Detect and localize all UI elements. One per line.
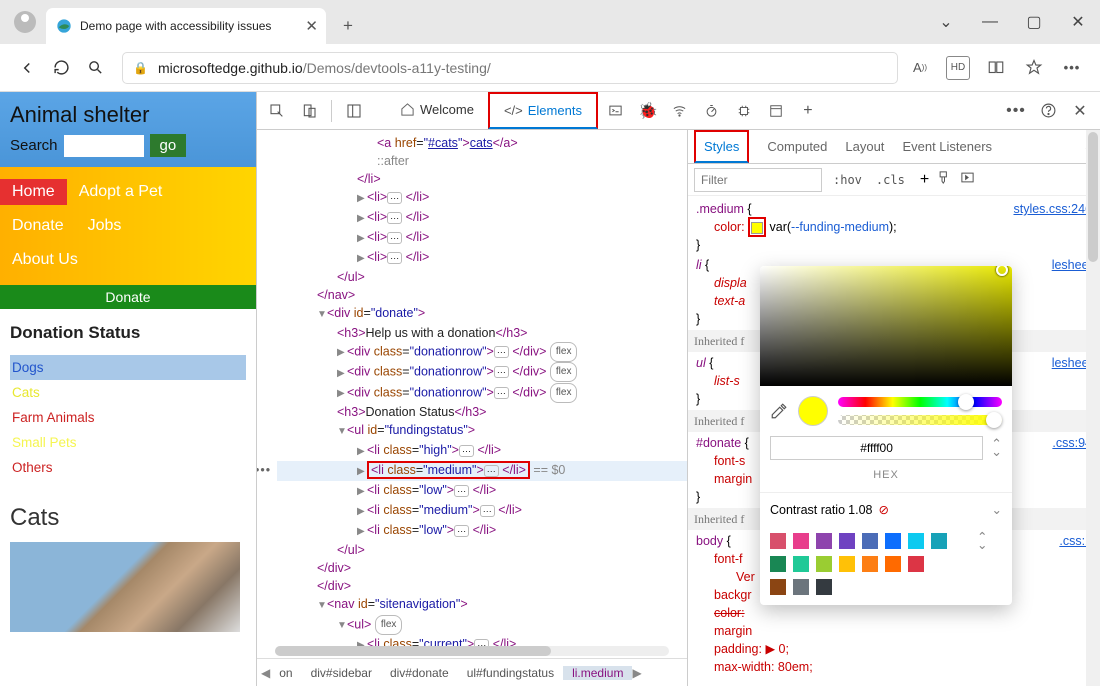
donation-status-title: Donation Status: [10, 323, 246, 343]
browser-tab[interactable]: Demo page with accessibility issues ✕: [46, 8, 326, 44]
nav-jobs[interactable]: Jobs: [76, 213, 134, 239]
cat-image: [10, 542, 240, 632]
ds-small[interactable]: Small Pets: [10, 430, 246, 455]
search-label: Search: [10, 137, 58, 154]
new-tab-button[interactable]: +: [334, 12, 362, 40]
source-link[interactable]: styles.css:246: [1013, 200, 1092, 218]
color-picker: ⌃⌄ HEX Contrast ratio 1.08 ⊘ ⌄: [760, 266, 1012, 605]
profile-avatar[interactable]: [14, 11, 36, 33]
styles-rules[interactable]: styles.css:246 .medium { color: var(--fu…: [688, 196, 1100, 686]
back-button[interactable]: [10, 51, 44, 85]
devtools: Welcome </> Elements 🐞 + ••• ✕ <a href="…: [256, 92, 1100, 686]
donate-banner[interactable]: Donate: [0, 285, 256, 309]
vertical-scrollbar[interactable]: [1086, 130, 1100, 686]
tab-title: Demo page with accessibility issues: [80, 19, 271, 33]
ds-cats[interactable]: Cats: [10, 380, 246, 405]
close-tab-icon[interactable]: ✕: [305, 17, 318, 35]
address-bar: 🔒 microsoftedge.github.io/Demos/devtools…: [0, 44, 1100, 92]
devtools-toolbar: Welcome </> Elements 🐞 + ••• ✕: [257, 92, 1100, 130]
color-preview: [798, 396, 828, 426]
nav-about[interactable]: About Us: [0, 247, 90, 273]
app-icon[interactable]: [762, 97, 790, 125]
alpha-slider[interactable]: [838, 415, 1002, 425]
format-toggle[interactable]: ⌃⌄: [991, 440, 1002, 456]
console-icon[interactable]: [602, 97, 630, 125]
color-swatches: ⌃⌄: [760, 527, 1012, 605]
close-window-button[interactable]: ✕: [1056, 0, 1100, 44]
tab-welcome[interactable]: Welcome: [390, 92, 484, 129]
donation-list: Dogs Cats Farm Animals Small Pets Others: [10, 355, 246, 480]
bug-icon[interactable]: 🐞: [634, 97, 662, 125]
styles-tabs: Styles Computed Layout Event Listeners ⌄: [688, 130, 1100, 164]
more-icon[interactable]: •••: [1060, 56, 1084, 80]
contrast-fail-icon: ⊘: [879, 501, 889, 519]
edge-icon: [56, 18, 72, 34]
nav-menu: Home Adopt a Pet Donate Jobs About Us: [0, 167, 256, 285]
color-spectrum[interactable]: [760, 266, 1012, 386]
rendered-page: Animal shelter Search go Home Adopt a Pe…: [0, 92, 256, 686]
styles-panel: Styles Computed Layout Event Listeners ⌄…: [687, 130, 1100, 686]
ds-farm[interactable]: Farm Animals: [10, 405, 246, 430]
brush-icon[interactable]: [937, 170, 952, 190]
filter-input[interactable]: [694, 168, 822, 192]
hov-toggle[interactable]: :hov: [830, 171, 865, 189]
tab-styles[interactable]: Styles: [694, 130, 749, 163]
hex-input[interactable]: [770, 436, 983, 460]
cls-toggle[interactable]: .cls: [873, 171, 908, 189]
horizontal-scrollbar[interactable]: [275, 646, 669, 656]
ds-dogs[interactable]: Dogs: [10, 355, 246, 380]
tab-elements[interactable]: </> Elements: [488, 92, 598, 129]
page-header: Animal shelter Search go: [0, 92, 256, 167]
search-input[interactable]: [64, 135, 144, 157]
performance-icon[interactable]: [698, 97, 726, 125]
chevron-down-icon[interactable]: ⌄: [924, 0, 968, 44]
close-devtools-icon[interactable]: ✕: [1066, 97, 1094, 125]
lock-icon: 🔒: [133, 61, 148, 75]
nav-adopt[interactable]: Adopt a Pet: [67, 179, 175, 205]
titlebar: Demo page with accessibility issues ✕ + …: [0, 0, 1100, 44]
go-button[interactable]: go: [150, 134, 187, 157]
more-tools-icon[interactable]: •••: [1002, 97, 1030, 125]
plus-icon[interactable]: +: [920, 171, 929, 189]
maximize-button[interactable]: ▢: [1012, 0, 1056, 44]
contrast-ratio[interactable]: Contrast ratio 1.08 ⊘ ⌄: [760, 492, 1012, 527]
url-path: /Demos/devtools-a11y-testing/: [303, 60, 491, 76]
nav-donate[interactable]: Donate: [0, 213, 76, 239]
tab-layout[interactable]: Layout: [845, 130, 884, 163]
reader-icon[interactable]: [984, 56, 1008, 80]
help-icon[interactable]: [1034, 97, 1062, 125]
panel-icon[interactable]: [960, 170, 975, 190]
refresh-button[interactable]: [44, 51, 78, 85]
dom-tree[interactable]: <a href="#cats">cats</a> ::after </li> <…: [257, 130, 687, 646]
inspect-icon[interactable]: [263, 97, 291, 125]
window-controls: ⌄ — ▢ ✕: [924, 0, 1100, 44]
read-aloud-icon[interactable]: A)): [908, 56, 932, 80]
nav-home[interactable]: Home: [0, 179, 67, 205]
tab-listeners[interactable]: Event Listeners: [902, 130, 992, 163]
network-icon[interactable]: [666, 97, 694, 125]
elements-panel: <a href="#cats">cats</a> ::after </li> <…: [257, 130, 687, 686]
url-input[interactable]: 🔒 microsoftedge.github.io/Demos/devtools…: [122, 52, 898, 84]
breadcrumb[interactable]: ◀ on div#sidebar div#donate ul#fundingst…: [257, 658, 687, 686]
url-domain: microsoftedge.github.io: [158, 60, 303, 76]
dock-icon[interactable]: [340, 97, 368, 125]
search-icon[interactable]: [78, 51, 112, 85]
eyedropper-icon[interactable]: [770, 402, 788, 420]
page-title: Animal shelter: [10, 102, 246, 128]
hue-slider[interactable]: [838, 397, 1002, 407]
add-tab-icon[interactable]: +: [794, 97, 822, 125]
favorite-icon[interactable]: [1022, 56, 1046, 80]
ds-others[interactable]: Others: [10, 455, 246, 480]
memory-icon[interactable]: [730, 97, 758, 125]
cats-heading: Cats: [0, 494, 256, 542]
hd-icon[interactable]: HD: [946, 56, 970, 80]
color-swatch[interactable]: [751, 222, 763, 234]
device-icon[interactable]: [295, 97, 323, 125]
tab-computed[interactable]: Computed: [767, 130, 827, 163]
minimize-button[interactable]: —: [968, 0, 1012, 44]
